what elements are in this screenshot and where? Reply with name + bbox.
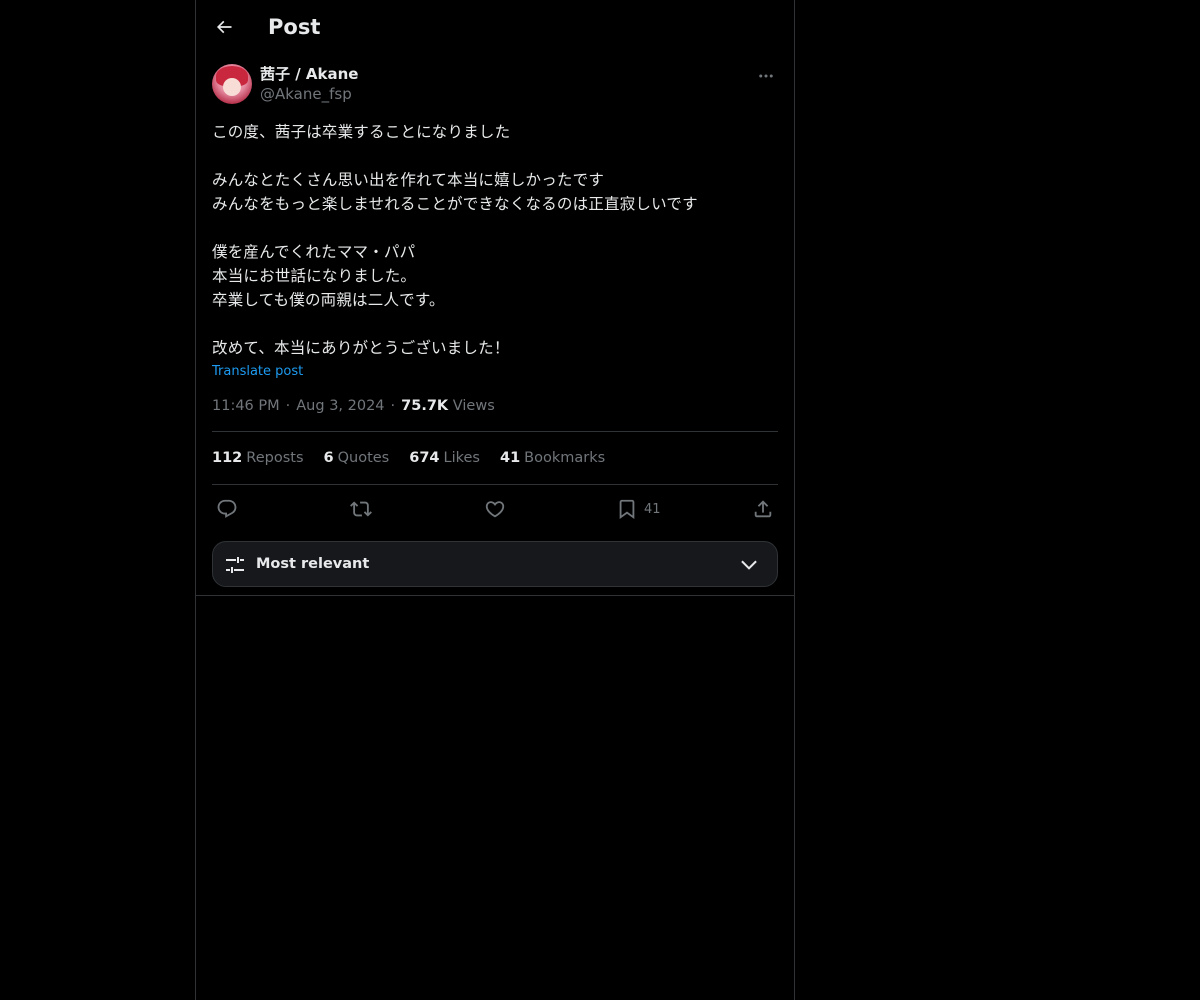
stat-likes[interactable]: 674 Likes	[409, 450, 480, 466]
sliders-icon	[226, 557, 244, 573]
more-horizontal-icon	[759, 74, 773, 78]
repost-button[interactable]	[350, 497, 372, 521]
page-header: Post	[196, 0, 794, 54]
arrow-left-icon	[216, 20, 232, 34]
divider	[196, 595, 794, 596]
meta-separator: ·	[285, 398, 291, 414]
sort-label: Most relevant	[256, 556, 370, 572]
share-icon	[754, 500, 772, 518]
reply-icon	[217, 499, 237, 518]
page-title: Post	[268, 15, 321, 39]
views-count: 75.7K	[401, 398, 449, 414]
reply-sort-dropdown[interactable]: Most relevant	[212, 541, 778, 587]
post-time[interactable]: 11:46 PM	[212, 398, 280, 414]
post-actions: 41	[212, 485, 778, 533]
reply-button[interactable]	[216, 497, 238, 521]
chevron-down-icon	[741, 560, 757, 570]
post-text: この度、茜子は卒業することになりました みんなとたくさん思い出を作れて本当に嬉し…	[212, 123, 698, 357]
stat-bookmarks[interactable]: 41 Bookmarks	[500, 450, 605, 466]
more-options-button[interactable]	[754, 64, 778, 88]
stat-reposts[interactable]: 112 Reposts	[212, 450, 304, 466]
like-button[interactable]	[484, 497, 506, 521]
translate-post-link[interactable]: Translate post	[212, 362, 303, 382]
stat-quotes[interactable]: 6 Quotes	[324, 450, 390, 466]
main-column: Post 茜子 / Akane @Akane_fsp この度、茜子は卒業すること…	[195, 0, 795, 1000]
share-button[interactable]	[752, 497, 774, 521]
author-row: 茜子 / Akane @Akane_fsp	[212, 62, 778, 108]
post-stats: 112 Reposts 6 Quotes 674 Likes 41 Bookmarks	[212, 432, 778, 485]
author-name-block: 茜子 / Akane @Akane_fsp	[260, 64, 358, 104]
bookmark-icon	[619, 499, 635, 520]
avatar[interactable]	[212, 64, 252, 104]
bookmark-count: 41	[644, 501, 661, 517]
post-meta: 11:46 PM · Aug 3, 2024 · 75.7K Views	[212, 396, 778, 432]
meta-separator: ·	[390, 398, 396, 414]
post-article: 茜子 / Akane @Akane_fsp この度、茜子は卒業することになりまし…	[212, 62, 778, 533]
heart-icon	[485, 501, 505, 518]
back-button[interactable]	[210, 13, 238, 41]
repost-icon	[350, 501, 372, 517]
author-handle[interactable]: @Akane_fsp	[260, 84, 358, 104]
post-date[interactable]: Aug 3, 2024	[296, 398, 384, 414]
author-display-name[interactable]: 茜子 / Akane	[260, 64, 358, 84]
bookmark-button[interactable]: 41	[616, 497, 661, 521]
views-label: Views	[452, 398, 495, 414]
